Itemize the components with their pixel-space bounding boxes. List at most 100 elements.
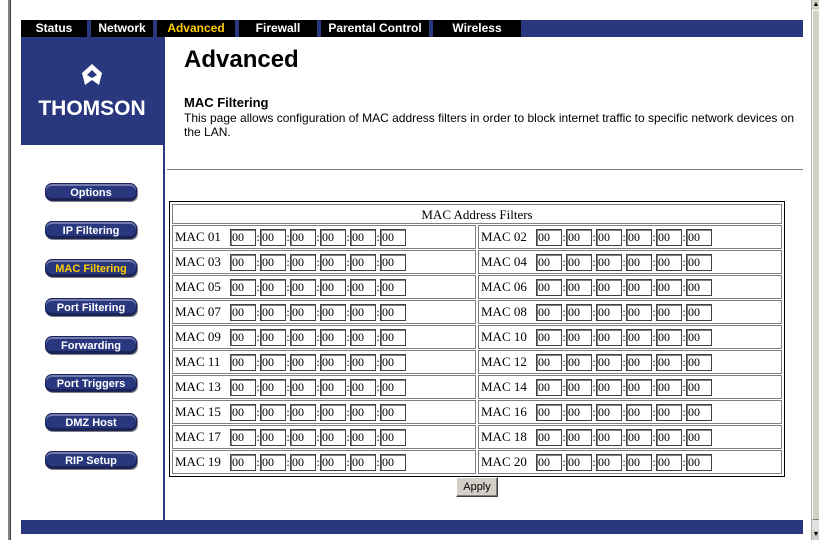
tab-advanced[interactable]: Advanced xyxy=(157,20,235,37)
scroll-down-arrow-icon[interactable]: ▼ xyxy=(812,530,819,540)
mac-octet-input[interactable] xyxy=(686,303,712,321)
sidebar-item-options[interactable]: Options xyxy=(45,183,137,201)
mac-octet-input[interactable] xyxy=(596,228,622,246)
mac-octet-input[interactable] xyxy=(320,403,346,421)
mac-octet-input[interactable] xyxy=(566,303,592,321)
mac-octet-input[interactable] xyxy=(536,278,562,296)
mac-octet-input[interactable] xyxy=(596,353,622,371)
mac-octet-input[interactable] xyxy=(686,453,712,471)
mac-octet-input[interactable] xyxy=(260,453,286,471)
mac-octet-input[interactable] xyxy=(596,253,622,271)
mac-octet-input[interactable] xyxy=(380,253,406,271)
mac-octet-input[interactable] xyxy=(380,353,406,371)
mac-octet-input[interactable] xyxy=(536,403,562,421)
mac-octet-input[interactable] xyxy=(350,428,376,446)
mac-octet-input[interactable] xyxy=(320,278,346,296)
mac-octet-input[interactable] xyxy=(626,428,652,446)
mac-octet-input[interactable] xyxy=(380,378,406,396)
mac-octet-input[interactable] xyxy=(566,278,592,296)
mac-octet-input[interactable] xyxy=(230,453,256,471)
mac-octet-input[interactable] xyxy=(350,328,376,346)
mac-octet-input[interactable] xyxy=(656,303,682,321)
mac-octet-input[interactable] xyxy=(290,403,316,421)
mac-octet-input[interactable] xyxy=(260,403,286,421)
mac-octet-input[interactable] xyxy=(260,253,286,271)
mac-octet-input[interactable] xyxy=(230,428,256,446)
mac-octet-input[interactable] xyxy=(290,228,316,246)
mac-octet-input[interactable] xyxy=(260,303,286,321)
mac-octet-input[interactable] xyxy=(230,378,256,396)
mac-octet-input[interactable] xyxy=(230,303,256,321)
mac-octet-input[interactable] xyxy=(656,328,682,346)
tab-wireless[interactable]: Wireless xyxy=(433,20,521,37)
tab-network[interactable]: Network xyxy=(91,20,153,37)
mac-octet-input[interactable] xyxy=(596,328,622,346)
mac-octet-input[interactable] xyxy=(350,403,376,421)
mac-octet-input[interactable] xyxy=(656,353,682,371)
mac-octet-input[interactable] xyxy=(350,228,376,246)
mac-octet-input[interactable] xyxy=(566,228,592,246)
mac-octet-input[interactable] xyxy=(350,378,376,396)
mac-octet-input[interactable] xyxy=(290,303,316,321)
mac-octet-input[interactable] xyxy=(536,253,562,271)
mac-octet-input[interactable] xyxy=(350,353,376,371)
scroll-up-arrow-icon[interactable]: ▲ xyxy=(812,0,819,10)
mac-octet-input[interactable] xyxy=(686,328,712,346)
tab-status[interactable]: Status xyxy=(21,20,87,37)
mac-octet-input[interactable] xyxy=(566,328,592,346)
mac-octet-input[interactable] xyxy=(596,428,622,446)
mac-octet-input[interactable] xyxy=(626,228,652,246)
mac-octet-input[interactable] xyxy=(350,303,376,321)
mac-octet-input[interactable] xyxy=(566,428,592,446)
mac-octet-input[interactable] xyxy=(350,253,376,271)
mac-octet-input[interactable] xyxy=(260,328,286,346)
mac-octet-input[interactable] xyxy=(230,353,256,371)
mac-octet-input[interactable] xyxy=(260,353,286,371)
mac-octet-input[interactable] xyxy=(260,428,286,446)
mac-octet-input[interactable] xyxy=(596,378,622,396)
mac-octet-input[interactable] xyxy=(380,403,406,421)
mac-octet-input[interactable] xyxy=(260,228,286,246)
mac-octet-input[interactable] xyxy=(566,403,592,421)
mac-octet-input[interactable] xyxy=(686,378,712,396)
mac-octet-input[interactable] xyxy=(686,228,712,246)
mac-octet-input[interactable] xyxy=(260,378,286,396)
sidebar-item-dmz-host[interactable]: DMZ Host xyxy=(45,413,137,431)
mac-octet-input[interactable] xyxy=(566,253,592,271)
mac-octet-input[interactable] xyxy=(536,328,562,346)
mac-octet-input[interactable] xyxy=(596,278,622,296)
mac-octet-input[interactable] xyxy=(350,453,376,471)
mac-octet-input[interactable] xyxy=(536,353,562,371)
mac-octet-input[interactable] xyxy=(626,453,652,471)
mac-octet-input[interactable] xyxy=(290,328,316,346)
mac-octet-input[interactable] xyxy=(230,328,256,346)
mac-octet-input[interactable] xyxy=(536,228,562,246)
mac-octet-input[interactable] xyxy=(320,453,346,471)
mac-octet-input[interactable] xyxy=(536,453,562,471)
mac-octet-input[interactable] xyxy=(566,378,592,396)
sidebar-item-port-triggers[interactable]: Port Triggers xyxy=(45,374,137,392)
mac-octet-input[interactable] xyxy=(626,378,652,396)
mac-octet-input[interactable] xyxy=(320,378,346,396)
mac-octet-input[interactable] xyxy=(686,403,712,421)
mac-octet-input[interactable] xyxy=(290,428,316,446)
mac-octet-input[interactable] xyxy=(536,378,562,396)
mac-octet-input[interactable] xyxy=(656,378,682,396)
mac-octet-input[interactable] xyxy=(320,428,346,446)
mac-octet-input[interactable] xyxy=(566,453,592,471)
mac-octet-input[interactable] xyxy=(230,253,256,271)
mac-octet-input[interactable] xyxy=(290,278,316,296)
mac-octet-input[interactable] xyxy=(230,228,256,246)
mac-octet-input[interactable] xyxy=(626,328,652,346)
mac-octet-input[interactable] xyxy=(656,453,682,471)
mac-octet-input[interactable] xyxy=(626,303,652,321)
mac-octet-input[interactable] xyxy=(350,278,376,296)
mac-octet-input[interactable] xyxy=(626,353,652,371)
mac-octet-input[interactable] xyxy=(380,278,406,296)
mac-octet-input[interactable] xyxy=(596,453,622,471)
mac-octet-input[interactable] xyxy=(686,278,712,296)
mac-octet-input[interactable] xyxy=(290,353,316,371)
sidebar-item-ip-filtering[interactable]: IP Filtering xyxy=(45,221,137,239)
mac-octet-input[interactable] xyxy=(230,403,256,421)
mac-octet-input[interactable] xyxy=(656,228,682,246)
